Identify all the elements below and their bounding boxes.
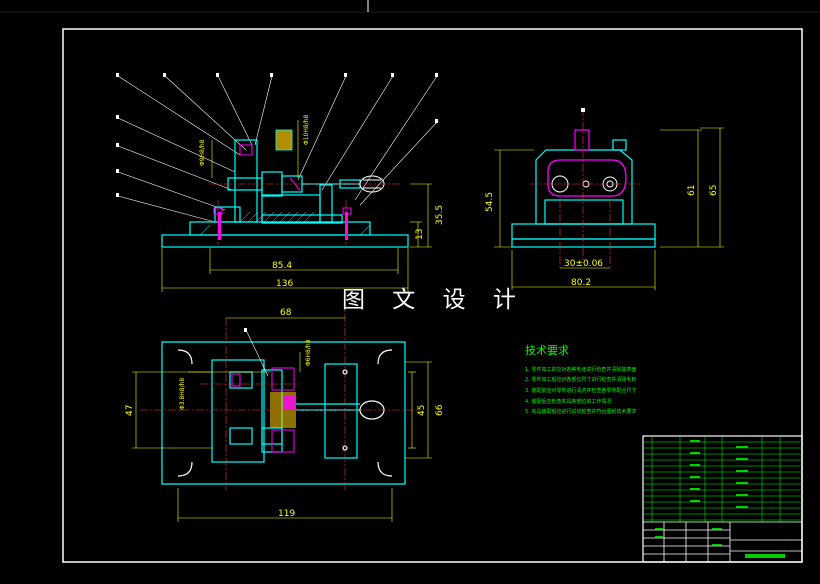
- front-dim-dia-9: Φ9H8/h8: [199, 139, 206, 166]
- front-dim-13: 13: [415, 229, 425, 240]
- top-dim-119: 119: [278, 509, 295, 519]
- tech-requirement-line: 3. 装配前应对零件进行清洗并检查各零件配合尺寸: [525, 388, 637, 394]
- side-dim-65: 65: [709, 185, 719, 196]
- front-dim-35-5: 35.5: [435, 205, 445, 225]
- side-dim-61: 61: [687, 185, 697, 196]
- title-block: [642, 435, 803, 563]
- tech-requirement-line: 5. 夹具装配后应进行试切检查并符合图纸技术要求: [525, 409, 637, 415]
- side-dim-30: 30±0.06: [564, 259, 603, 269]
- front-dim-dia-10: Φ10H8/h8: [303, 114, 310, 145]
- front-dim-85: 85.4: [272, 261, 292, 271]
- front-view: 85.4 136 35.5 13 Φ10H8/h8 Φ9H8/h8: [116, 73, 445, 292]
- side-view: 54.5 61 65 30±0.06 80.2: [485, 108, 724, 290]
- tech-requirement-line: 4. 装配后应检查夹具各部位的工作情况: [525, 399, 612, 405]
- top-dim-66: 66: [435, 404, 445, 416]
- top-dim-68: 68: [280, 308, 292, 318]
- watermark-title: 图 文 设 计: [342, 287, 526, 313]
- tech-requirements-title: 技术要求: [525, 344, 569, 357]
- top-dim-dia-3-8: Φ3.8H8/h8: [179, 378, 186, 410]
- side-dim-80-2: 80.2: [571, 278, 591, 288]
- top-dim-dia-6: Φ6H8/h8: [305, 339, 312, 366]
- top-view: 68 47 45 66 119 Φ3.8H8/h8 Φ6H8/h8: [125, 300, 445, 522]
- front-dim-136: 136: [276, 279, 293, 289]
- top-dim-45: 45: [417, 405, 427, 416]
- top-dim-47: 47: [125, 405, 135, 416]
- tech-requirement-line: 2. 零件加工后应对各部位尺寸进行检查并清除毛刺: [525, 377, 637, 383]
- tech-requirement-line: 1. 零件加工前应对各种毛坯进行检查并清除其表面: [525, 367, 637, 373]
- side-dim-54-5: 54.5: [485, 192, 495, 212]
